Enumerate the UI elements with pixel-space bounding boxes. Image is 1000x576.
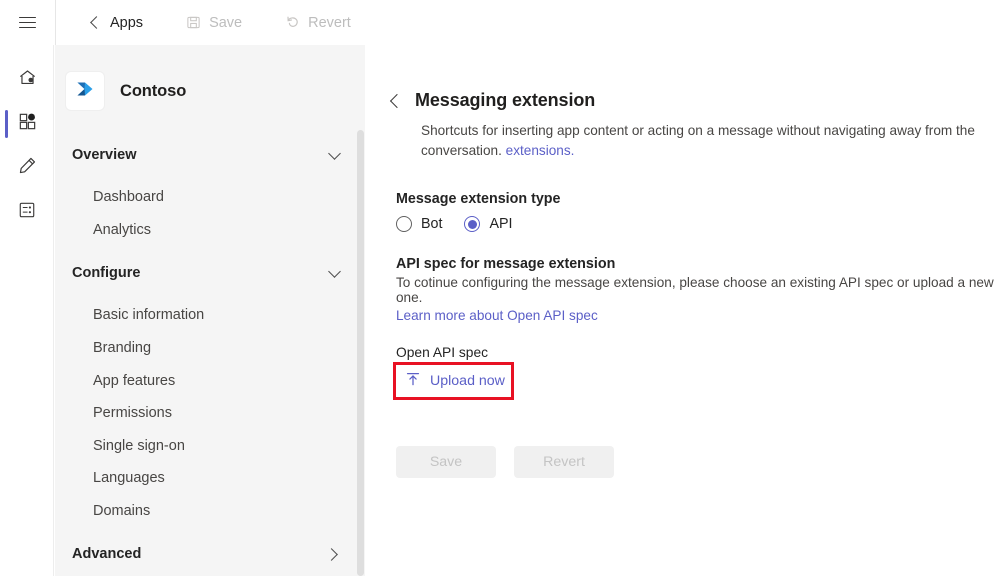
open-api-spec-upload-section: Open API spec Upload now: [393, 345, 1000, 400]
sidebar-item-analytics[interactable]: Analytics: [55, 214, 365, 247]
panel-description-text: Shortcuts for inserting app content or a…: [421, 123, 975, 158]
chevron-down-icon: [328, 147, 341, 160]
save-button[interactable]: Save: [396, 446, 496, 478]
sidebar-nav: Overview Dashboard Analytics Configure B…: [55, 138, 365, 571]
toolbar-revert-label: Revert: [308, 14, 351, 31]
message-extension-type-section: Message extension type Bot API: [396, 191, 1000, 232]
sidebar-item-label: Analytics: [93, 221, 152, 238]
back-to-apps-label: Apps: [110, 14, 144, 31]
api-spec-section: API spec for message extension To cotinu…: [396, 256, 1000, 323]
form-list-icon: [17, 200, 37, 225]
chevron-left-icon[interactable]: [389, 93, 405, 108]
upload-now-button[interactable]: Upload now: [396, 366, 517, 396]
chevron-down-icon: [328, 265, 341, 279]
brand-name: Contoso: [120, 81, 187, 100]
radio-option-bot[interactable]: Bot: [396, 216, 442, 232]
sidebar-group-overview[interactable]: Overview: [55, 138, 365, 172]
sidebar-item-label: Basic information: [93, 307, 205, 324]
revert-button-label: Revert: [543, 454, 585, 470]
left-icon-rail: [0, 45, 54, 576]
toolbar-save-label: Save: [209, 14, 243, 31]
selection-indicator: [5, 110, 8, 138]
form-action-buttons: Save Revert: [396, 446, 1000, 478]
upload-now-wrapper: Upload now: [393, 362, 517, 400]
sidebar-item-label: Permissions: [93, 405, 172, 422]
hamburger-menu-icon: [19, 16, 36, 29]
sidebar-item-label: Dashboard: [93, 189, 164, 206]
upload-now-label: Upload now: [430, 373, 505, 389]
pencil-edit-icon: [17, 155, 38, 181]
sidebar-item-label: Languages: [93, 470, 165, 487]
top-toolbar: Apps Save Revert: [0, 0, 1000, 45]
radio-option-api[interactable]: API: [464, 216, 513, 232]
sidebar-item-label: App features: [93, 372, 176, 389]
toolbar-items: Apps Save Revert: [56, 0, 361, 45]
api-spec-heading: API spec for message extension: [396, 256, 616, 272]
sidebar-item-app-features[interactable]: App features: [55, 364, 365, 397]
sidebar-group-advanced[interactable]: Advanced: [55, 537, 365, 571]
sidebar-group-label: Advanced: [72, 546, 142, 563]
home-icon: [17, 67, 38, 93]
radio-indicator: [396, 216, 412, 232]
sidebar-item-label: Branding: [93, 340, 152, 357]
chevron-left-icon: [90, 16, 103, 29]
sidebar-item-basic-information[interactable]: Basic information: [55, 299, 365, 332]
radio-label-bot: Bot: [421, 216, 443, 232]
hamburger-menu-button[interactable]: [0, 0, 55, 45]
messaging-extensions-link[interactable]: extensions.: [506, 143, 575, 158]
learn-more-open-api-spec-link[interactable]: Learn more about Open API spec: [396, 308, 1000, 323]
sidebar-item-dashboard[interactable]: Dashboard: [55, 181, 365, 214]
app-logo-tile: [66, 72, 104, 110]
radio-indicator: [464, 216, 481, 232]
rail-item-home[interactable]: [0, 58, 54, 102]
open-api-spec-label: Open API spec: [396, 345, 489, 360]
toolbar-revert-button[interactable]: Revert: [274, 7, 361, 39]
sidebar-item-label: Domains: [93, 503, 151, 520]
message-extension-type-label: Message extension type: [396, 191, 561, 207]
toolbar-save-button[interactable]: Save: [175, 7, 252, 39]
chevron-right-icon: [325, 547, 338, 561]
radio-label-api: API: [489, 216, 513, 232]
sidebar-item-permissions[interactable]: Permissions: [55, 397, 365, 430]
apps-grid-icon: [17, 111, 38, 137]
panel-header: Messaging extension: [374, 45, 1000, 111]
page-title: Messaging extension: [415, 90, 596, 110]
back-to-apps-button[interactable]: Apps: [82, 7, 153, 39]
revert-button[interactable]: Revert: [514, 446, 614, 478]
brand-header: Contoso: [55, 45, 365, 110]
message-extension-type-radiogroup: Bot API: [396, 216, 1000, 232]
rail-item-edit[interactable]: [0, 146, 54, 190]
sidebar-scrollbar-thumb[interactable]: [357, 130, 364, 576]
undo-arrow-icon: [284, 14, 301, 31]
sidebar-item-languages[interactable]: Languages: [55, 462, 365, 495]
app-sidebar: Contoso Overview Dashboard Analytics Con…: [55, 45, 365, 576]
sidebar-group-label: Overview: [72, 147, 137, 163]
contoso-chevron-logo: [72, 76, 98, 107]
sidebar-group-configure[interactable]: Configure: [55, 256, 365, 290]
save-floppy-icon: [185, 14, 202, 31]
panel-description: Shortcuts for inserting app content or a…: [421, 121, 1000, 161]
rail-item-form[interactable]: [0, 190, 54, 234]
sidebar-item-single-sign-on[interactable]: Single sign-on: [55, 430, 365, 463]
sidebar-item-branding[interactable]: Branding: [55, 332, 365, 365]
sidebar-group-label: Configure: [72, 265, 141, 282]
radio-dot: [467, 219, 477, 229]
save-button-label: Save: [429, 454, 463, 470]
app-window: Apps Save Revert Contoso Overview Dashbo…: [0, 0, 1000, 576]
sidebar-scrollbar-track[interactable]: [356, 45, 365, 576]
api-spec-note: To cotinue configuring the message exten…: [396, 275, 994, 305]
main-panel: Messaging extension Shortcuts for insert…: [374, 45, 1000, 576]
rail-item-apps[interactable]: [0, 102, 54, 146]
sidebar-item-domains[interactable]: Domains: [55, 495, 365, 528]
sidebar-item-label: Single sign-on: [93, 437, 185, 454]
upload-arrow-icon: [405, 371, 421, 391]
